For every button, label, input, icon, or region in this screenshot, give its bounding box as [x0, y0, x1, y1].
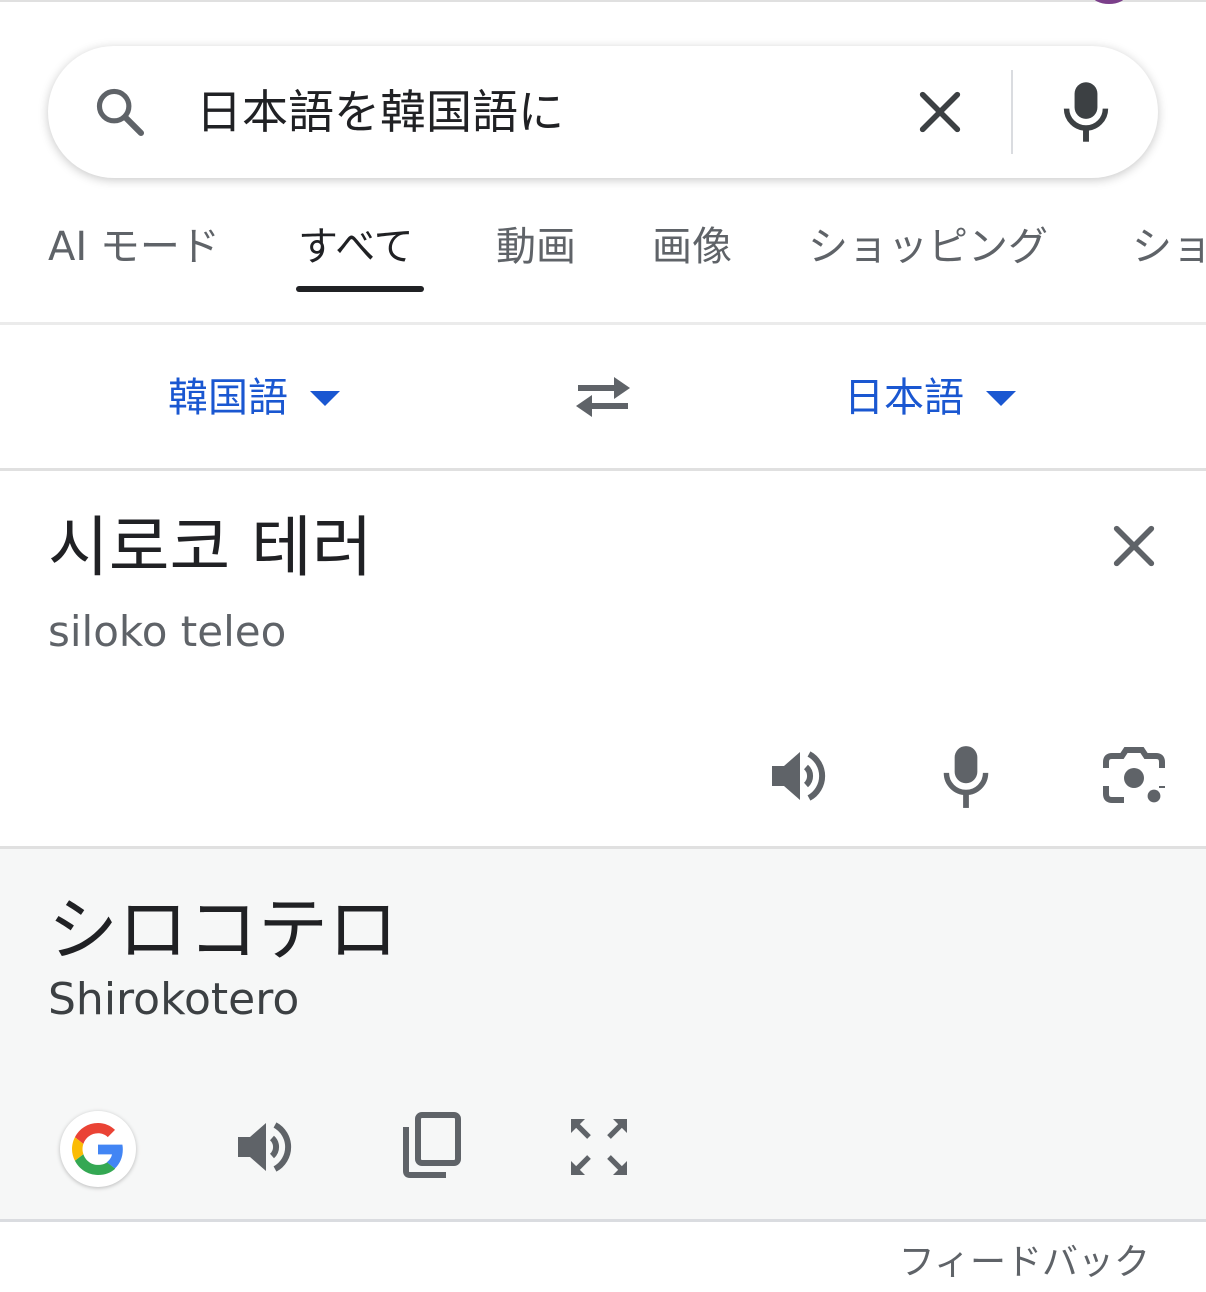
speaker-icon[interactable]: [232, 1115, 296, 1179]
source-romanization: siloko teleo: [48, 607, 287, 656]
tab-all[interactable]: すべて: [298, 222, 414, 272]
target-language-label: 日本語: [844, 375, 964, 421]
search-tabs: AI モード すべて 動画 画像 ショッピング ショ: [0, 200, 1206, 300]
search-input[interactable]: 日本語を韓国語に: [196, 76, 564, 148]
close-icon[interactable]: [1108, 520, 1160, 572]
target-language-select[interactable]: 日本語: [844, 370, 1016, 426]
microphone-icon[interactable]: [1058, 80, 1114, 144]
caret-down-icon: [986, 390, 1016, 406]
top-border: [0, 0, 1206, 2]
feedback-link[interactable]: フィードバック: [899, 1238, 1150, 1288]
translation-romanization: Shirokotero: [48, 974, 300, 1025]
translation-panel: シロコテロ Shirokotero: [0, 846, 1206, 1222]
translation-text: シロコテロ: [48, 889, 398, 971]
divider: [0, 322, 1206, 325]
tab-shorts[interactable]: ショ: [1132, 222, 1206, 272]
active-tab-indicator: [296, 286, 424, 292]
fullscreen-icon[interactable]: [566, 1115, 632, 1179]
caret-down-icon: [310, 390, 340, 406]
source-language-select[interactable]: 韓国語: [168, 370, 340, 426]
copy-icon[interactable]: [398, 1111, 462, 1179]
speaker-icon[interactable]: [766, 744, 830, 808]
search-bar[interactable]: 日本語を韓国語に: [48, 46, 1158, 178]
tab-shopping[interactable]: ショッピング: [808, 222, 1048, 272]
source-text-input[interactable]: 시로코 테러: [48, 508, 373, 588]
swap-arrows-icon[interactable]: [570, 372, 636, 422]
microphone-icon[interactable]: [940, 744, 992, 810]
google-g-icon: [72, 1123, 123, 1175]
search-divider: [1011, 70, 1013, 154]
divider: [0, 468, 1206, 471]
account-avatar-edge: [1092, 0, 1126, 4]
tab-videos[interactable]: 動画: [496, 222, 576, 272]
close-icon[interactable]: [914, 86, 966, 138]
tab-ai-mode[interactable]: AI モード: [48, 222, 220, 272]
google-g-logo[interactable]: [60, 1111, 136, 1187]
source-language-label: 韓国語: [168, 375, 288, 421]
tab-images[interactable]: 画像: [652, 222, 732, 272]
lens-camera-icon[interactable]: [1100, 744, 1168, 808]
search-icon: [96, 88, 145, 137]
